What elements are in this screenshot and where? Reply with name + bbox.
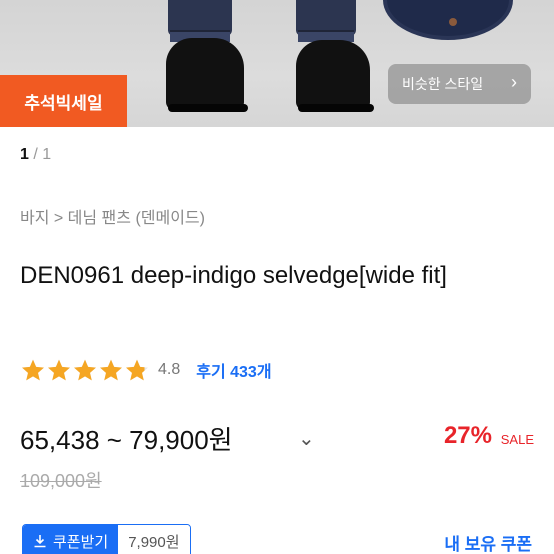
star-icon — [126, 359, 148, 381]
star-icon — [74, 359, 96, 381]
chevron-right-icon: › — [511, 72, 517, 92]
sole-right — [298, 104, 374, 112]
rating-stars — [20, 358, 150, 382]
rivet-dot — [449, 18, 457, 26]
chevron-down-icon[interactable]: ⌄ — [298, 426, 315, 450]
product-title: DEN0961 deep-indigo selvedge[wide fit] — [20, 262, 447, 289]
coupon-get-label: 쿠폰받기 — [53, 533, 109, 551]
star-icon — [100, 359, 122, 381]
pager-current: 1 — [20, 146, 29, 163]
rating-row[interactable]: 4.8 후기 433개 — [20, 356, 272, 384]
boot-right — [296, 40, 370, 110]
breadcrumb[interactable]: 바지 > 데님 팬츠 (덴메이드) — [20, 204, 205, 228]
boot-left — [166, 38, 244, 110]
price-range: 65,438 ~ 79,900원 — [20, 425, 233, 455]
pager-total: 1 — [42, 146, 52, 163]
rating-score: 4.8 — [158, 361, 181, 378]
product-image[interactable]: 추석빅세일 비슷한 스타일 › — [0, 0, 554, 127]
sole-left — [168, 104, 248, 112]
similar-style-button[interactable]: 비슷한 스타일 › — [388, 64, 531, 104]
price-row: 65,438 ~ 79,900원 ⌄ 27% SALE — [20, 420, 534, 460]
coupon-button[interactable]: 쿠폰받기 7,990원 — [22, 524, 191, 554]
similar-style-label: 비슷한 스타일 — [402, 76, 484, 92]
coupon-amount: 7,990원 — [118, 525, 190, 554]
pager-separator: / — [33, 146, 38, 163]
star-icon — [48, 359, 70, 381]
download-icon — [34, 535, 46, 548]
image-pager: 1 / 1 — [20, 146, 51, 164]
star-icon — [22, 359, 44, 381]
original-price: 109,000원 — [20, 471, 102, 491]
coupon-get[interactable]: 쿠폰받기 — [23, 525, 119, 554]
sale-event-badge: 추석빅세일 — [0, 75, 127, 127]
sale-label: SALE — [500, 432, 534, 447]
review-count-link[interactable]: 후기 433개 — [196, 358, 271, 382]
discount-rate: 27% — [443, 422, 492, 449]
my-coupons-link[interactable]: 내 보유 쿠폰 — [444, 530, 532, 554]
